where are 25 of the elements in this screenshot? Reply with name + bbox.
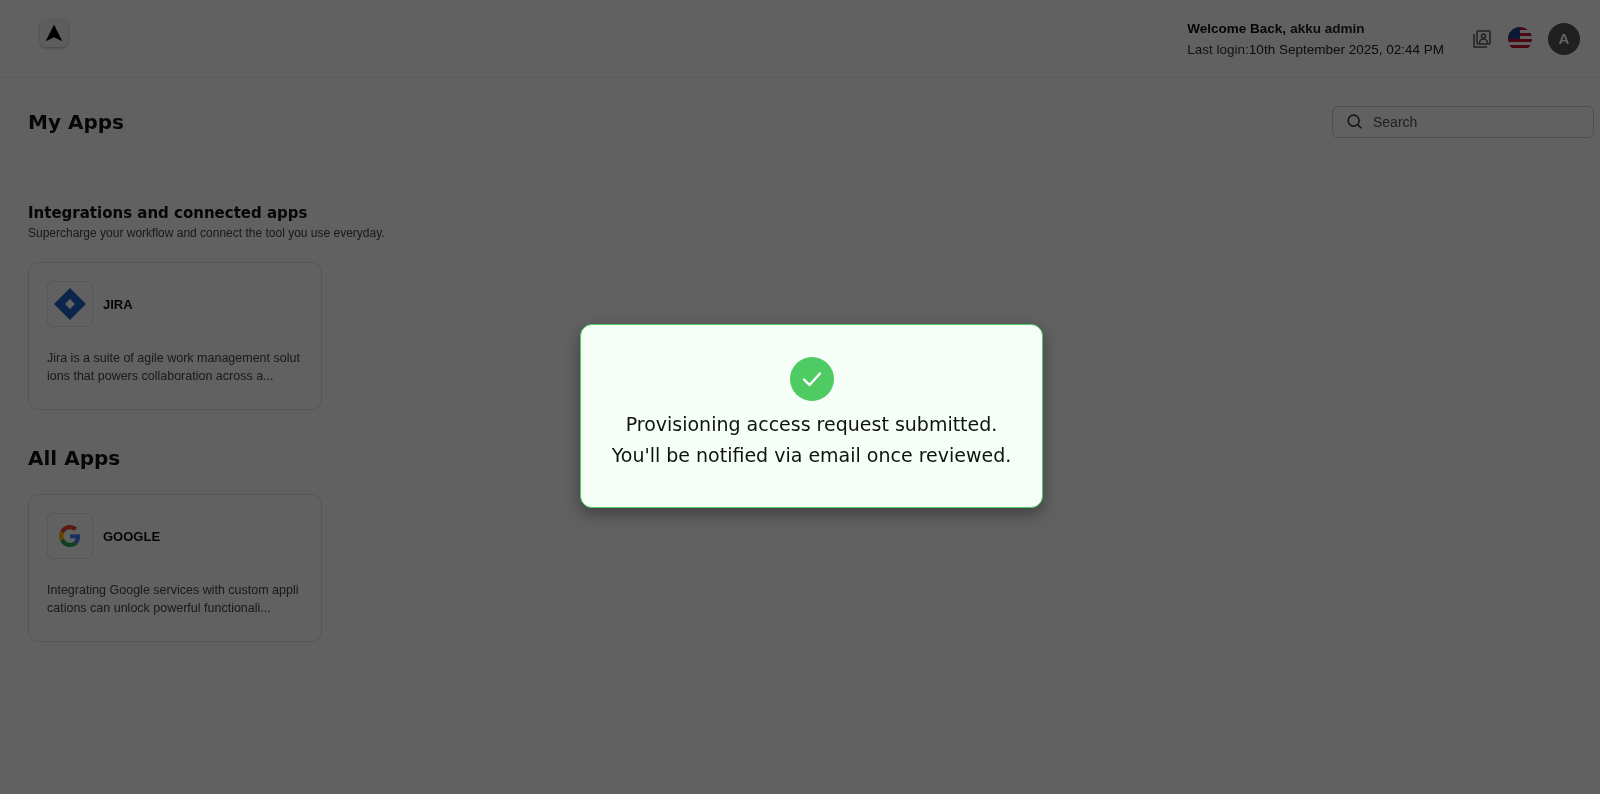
app-card[interactable]: JIRA Jira is a suite of agile work management solutions that powers collaboration across a...	[28, 262, 322, 410]
section-subtitle: Supercharge your workflow and connect the tool you use everyday.	[28, 226, 386, 240]
welcome-text: Welcome Back,	[1187, 19, 1287, 38]
app-card[interactable]: GOOGLE Integrating Google services with custom applications can unlock powerful functionali...	[28, 494, 322, 642]
gallery-icon[interactable]	[1472, 28, 1492, 49]
section-title: All Apps	[28, 446, 121, 470]
page-title: My Apps	[28, 110, 124, 134]
app-name: GOOGLE	[103, 528, 161, 544]
section-title: Integrations and connected apps	[28, 204, 309, 222]
last-login-label: Last login:	[1187, 41, 1249, 57]
user-avatar[interactable]: A	[1548, 22, 1580, 55]
user-name: akku admin	[1290, 19, 1365, 38]
dialog-message: You'll be notified via email once reviewed.	[611, 443, 1012, 468]
check-circle-icon	[789, 357, 834, 401]
last-login-time: 10th September 2025, 02:44 PM	[1248, 41, 1444, 57]
diamond-logo-icon	[53, 287, 87, 321]
us-flag-icon[interactable]	[1508, 26, 1532, 51]
app-description: Integrating Google services with custom applications can unlock powerful functionali...	[47, 582, 300, 617]
app-name: JIRA	[103, 296, 133, 312]
search-field[interactable]: Search	[1332, 106, 1594, 138]
search-icon	[1346, 113, 1363, 130]
dialog-message: Provisioning access request submitted.	[625, 412, 998, 437]
g-logo-icon	[59, 525, 81, 547]
app-description: Jira is a suite of agile work management solutions that powers collaboration across a...	[47, 350, 301, 385]
app-logo-icon[interactable]	[40, 18, 68, 47]
